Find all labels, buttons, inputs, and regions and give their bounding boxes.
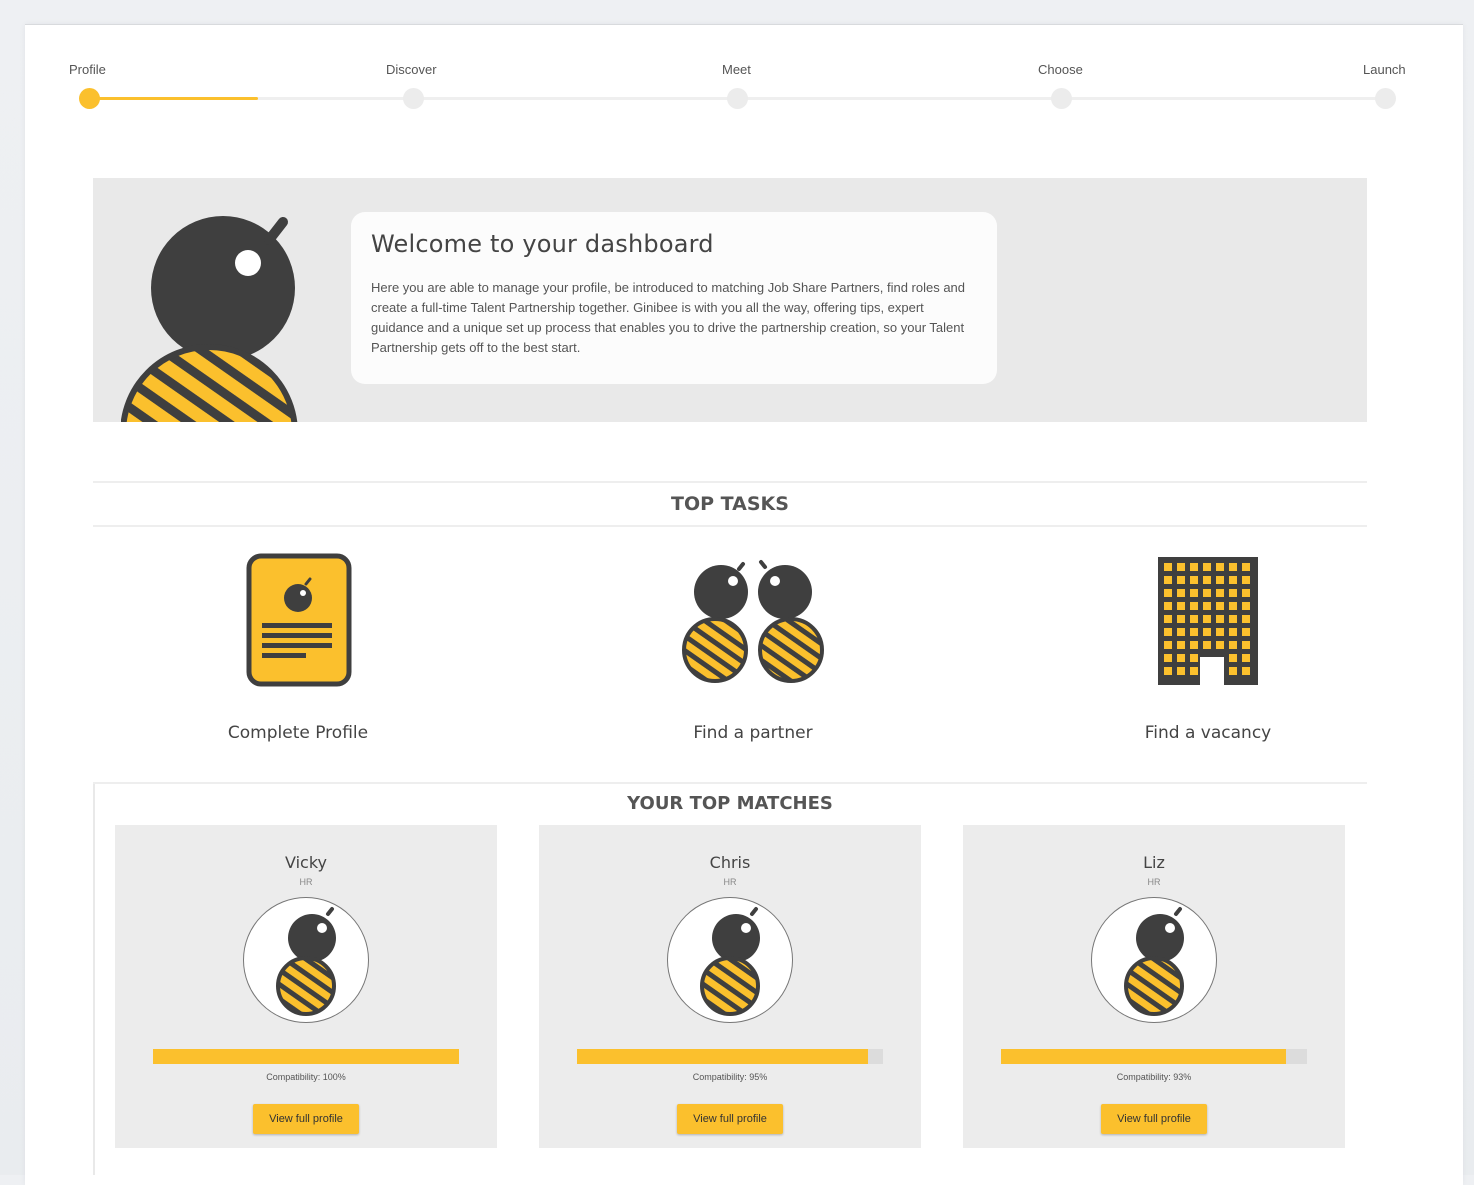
- office-building-icon: [1158, 557, 1258, 685]
- compatibility-bar-fill: [1001, 1049, 1286, 1064]
- view-full-profile-button[interactable]: View full profile: [677, 1104, 783, 1134]
- step-label-choose[interactable]: Choose: [1038, 62, 1083, 77]
- welcome-message-box: Welcome to your dashboard Here you are a…: [351, 212, 997, 384]
- match-role: HR: [1147, 877, 1161, 887]
- task-label: Find a partner: [693, 723, 813, 743]
- progress-track-fill: [90, 97, 259, 100]
- compatibility-text: Compatibility: 95%: [692, 1072, 768, 1082]
- bee-avatar-icon: [276, 907, 336, 1016]
- step-dot-profile[interactable]: [79, 88, 100, 109]
- step-label-discover[interactable]: Discover: [386, 62, 437, 77]
- top-tasks-heading: TOP TASKS: [93, 481, 1367, 527]
- compatibility-bar-fill: [153, 1049, 459, 1064]
- step-dot-choose[interactable]: [1051, 88, 1072, 109]
- match-card[interactable]: Liz HR Compatibility: 93% View full profile: [963, 825, 1345, 1148]
- bee-avatar-icon: [1124, 907, 1184, 1016]
- welcome-banner: Welcome to your dashboard Here you are a…: [93, 178, 1367, 422]
- step-label-launch[interactable]: Launch: [1363, 62, 1406, 77]
- task-label: Find a vacancy: [1144, 723, 1272, 743]
- step-dot-discover[interactable]: [403, 88, 424, 109]
- compatibility-bar-fill: [577, 1049, 868, 1064]
- compatibility-bar: [577, 1049, 883, 1064]
- top-matches-heading: YOUR TOP MATCHES: [93, 782, 1367, 822]
- step-dot-meet[interactable]: [727, 88, 748, 109]
- bee-avatar-icon: [700, 907, 760, 1016]
- task-label: Complete Profile: [227, 723, 369, 743]
- match-role: HR: [723, 877, 737, 887]
- compatibility-text: Compatibility: 93%: [1116, 1072, 1192, 1082]
- two-bees-icon: [682, 560, 824, 683]
- match-card[interactable]: Chris HR Compatibility: 95% View full profi…: [539, 825, 921, 1148]
- step-dot-launch[interactable]: [1375, 88, 1396, 109]
- match-name[interactable]: Chris: [539, 853, 921, 872]
- match-card[interactable]: Vicky HR Compatibility: 100% View full prof…: [115, 825, 497, 1148]
- avatar[interactable]: [667, 897, 793, 1023]
- welcome-text: Here you are able to manage your profile…: [371, 280, 966, 355]
- match-role: HR: [299, 877, 313, 887]
- avatar[interactable]: [1091, 897, 1217, 1023]
- compatibility-bar: [153, 1049, 459, 1064]
- compatibility-bar: [1001, 1049, 1307, 1064]
- match-name[interactable]: Vicky: [115, 853, 497, 872]
- compatibility-text: Compatibility: 100%: [266, 1072, 346, 1082]
- avatar[interactable]: [243, 897, 369, 1023]
- progress-stepper: Profile Discover Meet Choose Launch: [25, 25, 1463, 135]
- profile-card-icon: [246, 553, 352, 687]
- welcome-title: Welcome to your dashboard: [371, 230, 714, 258]
- match-name[interactable]: Liz: [963, 853, 1345, 872]
- step-label-meet[interactable]: Meet: [722, 62, 751, 77]
- dashboard-card: Profile Discover Meet Choose Launch Welc…: [25, 24, 1463, 1185]
- view-full-profile-button[interactable]: View full profile: [253, 1104, 359, 1134]
- view-full-profile-button[interactable]: View full profile: [1101, 1104, 1207, 1134]
- bee-mascot-icon: [121, 216, 298, 422]
- step-label-profile[interactable]: Profile: [69, 62, 106, 77]
